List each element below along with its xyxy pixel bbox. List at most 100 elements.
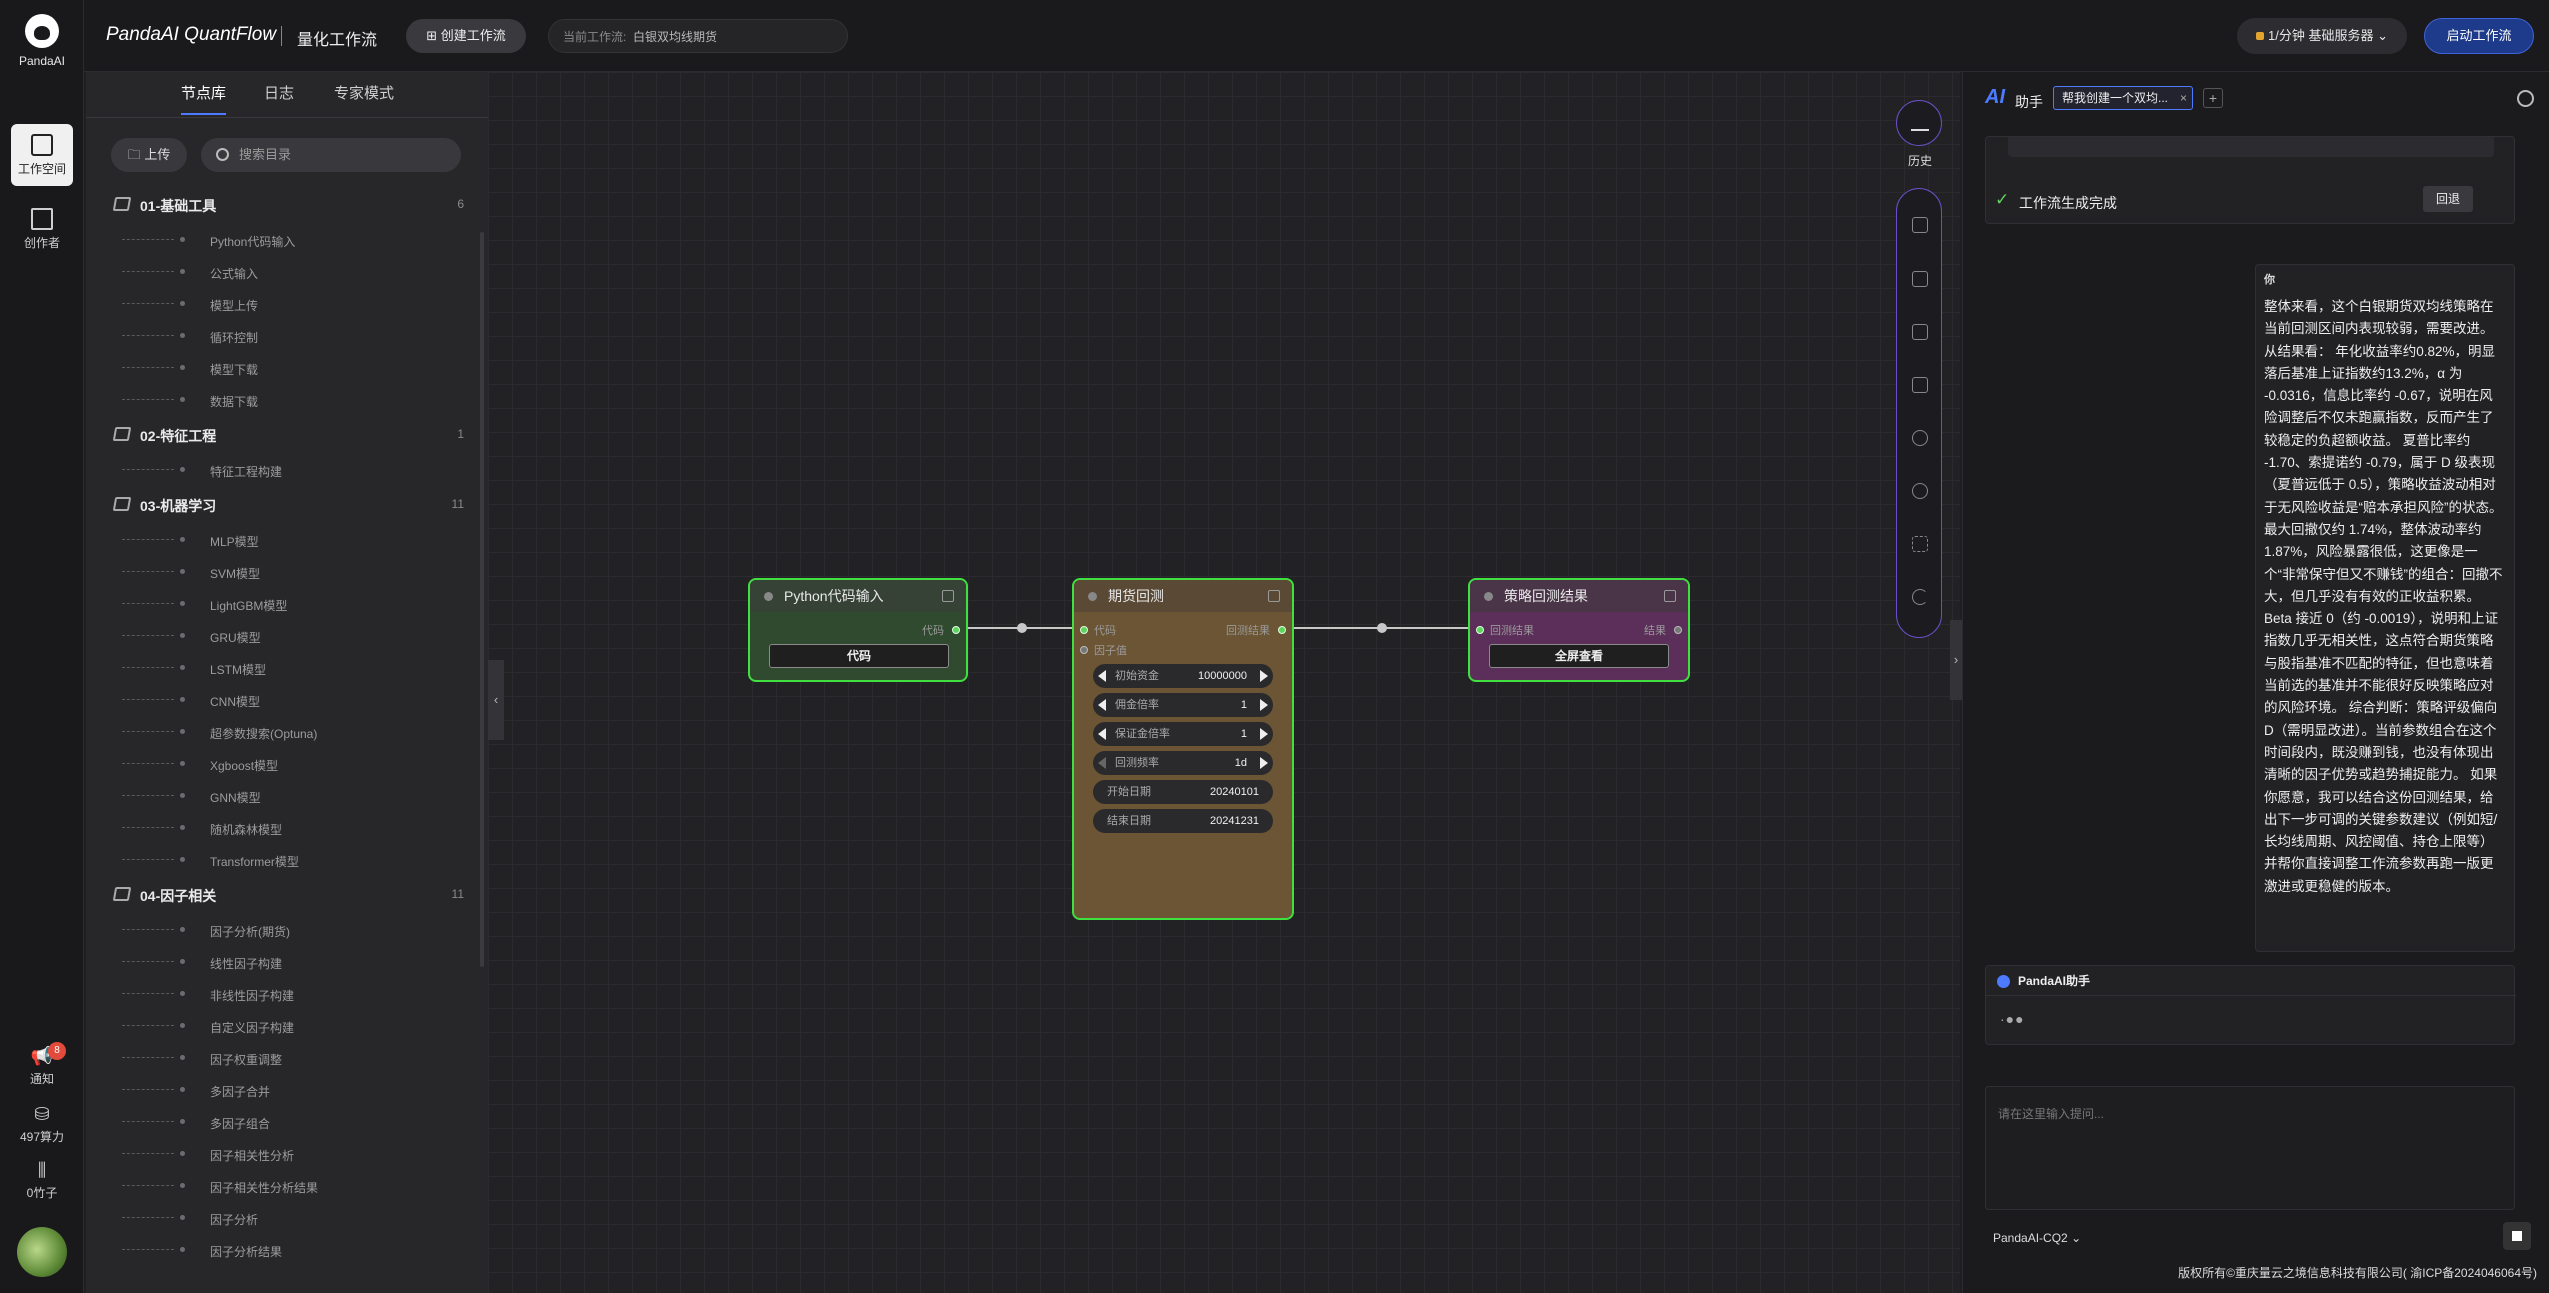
edit-icon[interactable] [1268,590,1280,602]
zoom-out-icon[interactable] [1912,483,1928,499]
decrement-icon[interactable] [1098,728,1106,740]
compute-button[interactable]: ⛁ 497算力 [0,1104,84,1145]
save-icon[interactable] [1912,217,1928,233]
chat-tab[interactable]: 帮我创建一个双均... × [2053,86,2193,110]
logo[interactable]: PandaAI [0,14,84,68]
category-header[interactable]: 03-机器学习 11 [112,491,464,521]
edge-midpoint[interactable] [1017,623,1027,633]
library-scrollbar[interactable] [480,232,484,967]
output-port[interactable] [1278,626,1286,634]
library-item[interactable]: 线性因子构建 [122,947,422,977]
rail-item-workspace[interactable]: 工作空间 [11,124,73,186]
param-end-date[interactable]: 结束日期 20241231 [1093,809,1273,833]
new-chat-button[interactable]: + [2203,88,2223,108]
increment-icon[interactable] [1260,670,1268,682]
library-item[interactable]: 多因子组合 [122,1107,422,1137]
library-item[interactable]: Xgboost模型 [122,749,422,779]
category-header[interactable]: 02-特征工程 1 [112,421,464,451]
library-item[interactable]: CNN模型 [122,685,422,715]
input-port[interactable] [1476,626,1484,634]
search-input[interactable]: 搜索目录 [201,138,461,172]
workflow-canvas[interactable]: ‹ › Python代码输入 代码 代码 期货回测 代码 因子值 回测结果 初始… [488,72,1962,1293]
trash-icon[interactable] [1912,377,1928,393]
bamboo-button[interactable]: ⫼ 0竹子 [0,1160,84,1201]
decrement-icon[interactable] [1098,670,1106,682]
param-commission[interactable]: 佣金倍率 1 [1093,693,1273,717]
library-item[interactable]: 模型上传 [122,289,422,319]
library-item[interactable]: 多因子合并 [122,1075,422,1105]
tab-node-library[interactable]: 节点库 [181,82,227,115]
node-futures-backtest[interactable]: 期货回测 代码 因子值 回测结果 初始资金 10000000 佣金倍率 1 保证金倍… [1072,578,1294,920]
param-margin[interactable]: 保证金倍率 1 [1093,722,1273,746]
increment-icon[interactable] [1260,728,1268,740]
decrement-icon[interactable] [1098,757,1106,769]
library-item[interactable]: 因子相关性分析结果 [122,1171,422,1201]
library-item[interactable]: 非线性因子构建 [122,979,422,1009]
import-icon[interactable] [1912,324,1928,340]
stop-button[interactable] [2503,1222,2531,1250]
library-item[interactable]: 循环控制 [122,321,422,351]
node-python-code[interactable]: Python代码输入 代码 代码 [748,578,968,682]
library-item[interactable]: 因子分析结果 [122,1235,422,1265]
avatar[interactable] [17,1227,67,1277]
category-header[interactable]: 01-基础工具 6 [112,191,464,221]
param-start-date[interactable]: 开始日期 20240101 [1093,780,1273,804]
model-select[interactable]: PandaAI-CQ2 ⌄ [1993,1226,2103,1250]
code-button[interactable]: 代码 [769,644,949,668]
edge-midpoint[interactable] [1377,623,1387,633]
param-value[interactable]: 1d [1235,751,1247,775]
create-workflow-button[interactable]: ⊞ 创建工作流 [406,19,526,53]
library-item[interactable]: LightGBM模型 [122,589,422,619]
fullscreen-button[interactable]: 全屏查看 [1489,644,1669,668]
library-item[interactable]: LSTM模型 [122,653,422,683]
output-port[interactable] [952,626,960,634]
start-workflow-button[interactable]: 启动工作流 [2424,18,2534,54]
notify-button[interactable]: 📢 8 通知 [0,1042,84,1087]
library-item[interactable]: 因子权重调整 [122,1043,422,1073]
param-value[interactable]: 20241231 [1210,809,1259,833]
library-item[interactable]: 数据下载 [122,385,422,415]
library-item[interactable]: 随机森林模型 [122,813,422,843]
rollback-button[interactable]: 回退 [2423,186,2473,212]
param-initial-capital[interactable]: 初始资金 10000000 [1093,664,1273,688]
output-port[interactable] [1674,626,1682,634]
decrement-icon[interactable] [1098,699,1106,711]
fit-view-icon[interactable] [1912,536,1928,552]
rail-item-creator[interactable]: 创作者 [11,198,73,260]
library-item[interactable]: SVM模型 [122,557,422,587]
library-item[interactable]: MLP模型 [122,525,422,555]
library-item[interactable]: GNN模型 [122,781,422,811]
tab-expert-mode[interactable]: 专家模式 [334,82,394,113]
current-workflow-field[interactable]: 当前工作流: 白银双均线期货 [548,19,848,53]
increment-icon[interactable] [1260,757,1268,769]
history-button[interactable] [1896,100,1942,146]
library-item[interactable]: 特征工程构建 [122,455,422,485]
library-item[interactable]: Python代码输入 [122,225,422,255]
library-item[interactable]: 因子相关性分析 [122,1139,422,1169]
node-header[interactable]: Python代码输入 [750,580,966,612]
clock-icon[interactable] [2517,90,2534,107]
library-item[interactable]: 因子分析(期货) [122,915,422,945]
param-value[interactable]: 10000000 [1198,664,1247,688]
param-value[interactable]: 1 [1241,693,1247,717]
refresh-icon[interactable] [1912,589,1928,605]
library-item[interactable]: 因子分析 [122,1203,422,1233]
increment-icon[interactable] [1260,699,1268,711]
node-header[interactable]: 期货回测 [1074,580,1292,612]
zoom-in-icon[interactable] [1912,430,1928,446]
param-frequency[interactable]: 回测频率 1d [1093,751,1273,775]
library-item[interactable]: 自定义因子构建 [122,1011,422,1041]
edit-icon[interactable] [942,590,954,602]
library-item[interactable]: Transformer模型 [122,845,422,875]
upload-button[interactable]: 🗀 上传 [111,138,187,172]
question-input[interactable]: 请在这里输入提问... [1985,1086,2515,1210]
library-item[interactable]: 公式输入 [122,257,422,287]
input-port[interactable] [1080,646,1088,654]
export-icon[interactable] [1912,271,1928,287]
tab-logs[interactable]: 日志 [264,82,294,113]
node-backtest-result[interactable]: 策略回测结果 回测结果 结果 全屏查看 [1468,578,1690,682]
close-icon[interactable]: × [2180,87,2187,109]
param-value[interactable]: 20240101 [1210,780,1259,804]
library-item[interactable]: 超参数搜索(Optuna) [122,717,422,747]
library-item[interactable]: 模型下载 [122,353,422,383]
